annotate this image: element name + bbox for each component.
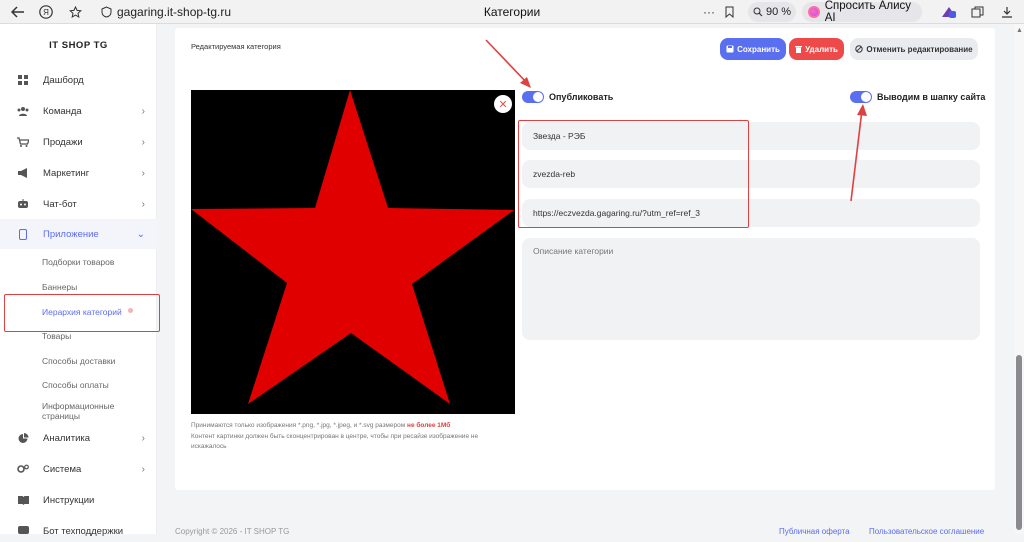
- sidebar-item-label: Маркетинг: [43, 167, 90, 179]
- sidebar-item-marketing[interactable]: Маркетинг ›: [0, 162, 157, 184]
- sidebar-item-sales[interactable]: Продажи ›: [0, 131, 157, 153]
- download-icon[interactable]: [998, 3, 1016, 21]
- annotation-highlight-fields: [518, 120, 749, 228]
- sidebar-subitem-collections[interactable]: Подборки товаров: [42, 257, 114, 267]
- floppy-icon: [726, 45, 734, 53]
- sidebar-item-label: Чат-бот: [43, 198, 77, 210]
- upload-hint-text: Принимаются только изображения *.png, *.…: [191, 422, 406, 429]
- chevron-down-icon: ⌄: [136, 228, 145, 240]
- sidebar-item-chatbot[interactable]: Чат-бот ›: [0, 193, 157, 215]
- footer-copyright: Copyright © 2026 - IT SHOP TG: [175, 527, 290, 536]
- extension-icon[interactable]: [940, 3, 958, 21]
- save-label: Сохранить: [737, 44, 780, 54]
- users-icon: [17, 105, 29, 117]
- sidebar-item-analytics[interactable]: Аналитика ›: [0, 427, 157, 449]
- sidebar-subitem-info-pages[interactable]: Информационные страницы: [42, 401, 142, 421]
- active-dot: [128, 308, 133, 313]
- book-icon: [17, 494, 29, 506]
- ask-alice-button[interactable]: Спросить Алису AI: [802, 0, 922, 24]
- sidebar-item-label: Бот техподдержки: [43, 525, 124, 537]
- chevron-right-icon: ›: [141, 432, 145, 444]
- publish-toggle[interactable]: [522, 91, 544, 103]
- category-description-textarea[interactable]: Описание категории: [522, 238, 980, 340]
- sidebar-item-instructions[interactable]: Инструкции: [0, 489, 157, 511]
- header-toggle[interactable]: [850, 91, 872, 103]
- yandex-logo-icon[interactable]: Я: [37, 3, 55, 21]
- sidebar-item-label: Аналитика: [43, 432, 91, 444]
- bookmark-icon[interactable]: [720, 3, 738, 21]
- svg-text:Я: Я: [43, 8, 49, 17]
- chevron-right-icon: ›: [141, 463, 145, 475]
- sidebar-subitem-category-hierarchy[interactable]: Иерархия категорий: [42, 307, 122, 317]
- sidebar-subitem-banners[interactable]: Баннеры: [42, 282, 77, 292]
- sidebar-item-system[interactable]: Система ›: [0, 458, 157, 480]
- footer-privacy-link[interactable]: Пользовательское соглашение: [869, 527, 984, 536]
- bot-icon: [17, 198, 29, 210]
- chevron-right-icon: ›: [141, 167, 145, 179]
- zoom-value: 90 %: [765, 6, 792, 18]
- collections-icon[interactable]: [968, 3, 986, 21]
- sidebar-subitem-products[interactable]: Товары: [42, 331, 71, 341]
- sidebar-item-support-bot[interactable]: Бот техподдержки: [0, 520, 157, 542]
- browser-toolbar: Я gagaring.it-shop-tg.ru Категории ··· 9…: [0, 0, 1024, 24]
- shield-icon[interactable]: [97, 3, 115, 21]
- chart-icon: [17, 432, 29, 444]
- cancel-label: Отменить редактирование: [866, 44, 973, 54]
- sidebar-subitem-payment[interactable]: Способы оплаты: [42, 380, 109, 390]
- gears-icon: [17, 463, 29, 475]
- ban-icon: [855, 45, 864, 53]
- alice-icon: [808, 6, 820, 18]
- red-star-image: [191, 90, 514, 404]
- delete-button[interactable]: Удалить: [789, 38, 844, 60]
- sidebar-subitem-delivery[interactable]: Способы доставки: [42, 356, 115, 366]
- scrollbar-thumb[interactable]: [1016, 355, 1022, 530]
- chevron-right-icon: ›: [141, 105, 145, 117]
- sidebar-item-dashboard[interactable]: Дашборд: [0, 69, 157, 91]
- category-image-preview[interactable]: [191, 90, 515, 414]
- brand-logo: IT SHOP TG: [49, 40, 108, 51]
- sidebar-item-label: Система: [43, 463, 82, 475]
- more-options-icon[interactable]: ···: [703, 5, 715, 19]
- save-button[interactable]: Сохранить: [720, 38, 786, 60]
- cancel-edit-button[interactable]: Отменить редактирование: [850, 38, 978, 60]
- zoom-indicator[interactable]: 90 %: [748, 2, 796, 22]
- star-bookmark-icon[interactable]: [66, 3, 84, 21]
- upload-size-limit: не более 1Мб: [407, 422, 451, 429]
- sidebar-item-label: Команда: [43, 105, 82, 117]
- sidebar-item-team[interactable]: Команда ›: [0, 100, 157, 122]
- sidebar-item-application[interactable]: Приложение ⌄: [0, 223, 157, 245]
- sidebar-item-label: Продажи: [43, 136, 83, 148]
- megaphone-icon: [17, 167, 29, 179]
- footer-offer-link[interactable]: Публичная оферта: [779, 527, 850, 536]
- section-title: Редактируемая категория: [191, 42, 281, 51]
- grid-icon: [17, 74, 29, 86]
- trash-icon: [795, 46, 803, 53]
- upload-hint: Принимаются только изображения *.png, *.…: [191, 422, 450, 429]
- publish-label: Опубликовать: [549, 92, 614, 102]
- chevron-right-icon: ›: [141, 136, 145, 148]
- phone-icon: [17, 228, 29, 240]
- delete-label: Удалить: [805, 44, 838, 54]
- sidebar-item-label: Приложение: [43, 228, 99, 240]
- remove-image-button[interactable]: ✕: [494, 95, 512, 113]
- ask-alice-label: Спросить Алису AI: [824, 0, 912, 24]
- support-icon: [17, 525, 29, 537]
- scroll-up-icon[interactable]: ▲: [1016, 27, 1023, 34]
- header-label: Выводим в шапку сайта: [877, 92, 986, 102]
- sidebar-item-label: Инструкции: [43, 494, 95, 506]
- upload-hint-secondary: Контент картинки должен быть сконцентрир…: [191, 433, 479, 450]
- close-icon: ✕: [498, 98, 508, 111]
- magnifier-icon: [753, 7, 763, 17]
- address-bar-url[interactable]: gagaring.it-shop-tg.ru: [117, 5, 231, 19]
- cart-icon: [17, 136, 29, 148]
- chevron-right-icon: ›: [141, 198, 145, 210]
- sidebar-item-label: Дашборд: [43, 74, 84, 86]
- back-arrow-icon[interactable]: [9, 3, 27, 21]
